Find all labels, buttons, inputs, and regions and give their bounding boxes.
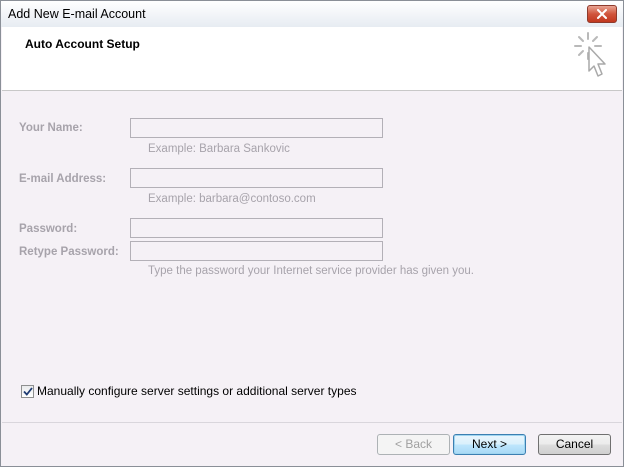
window-title: Add New E-mail Account: [8, 7, 146, 21]
your-name-input[interactable]: [130, 118, 383, 138]
page-title: Auto Account Setup: [25, 37, 140, 51]
password-hint: Type the password your Internet service …: [148, 265, 475, 277]
checkmark-icon: [22, 386, 33, 396]
your-name-label: Your Name:: [19, 122, 83, 134]
close-button[interactable]: [587, 5, 617, 23]
retype-password-input[interactable]: [130, 241, 383, 261]
add-email-account-dialog: Add New E-mail Account Auto Account Setu…: [0, 0, 624, 467]
title-bar: Add New E-mail Account: [1, 1, 623, 27]
your-name-hint: Example: Barbara Sankovic: [148, 143, 290, 155]
manual-config-checkbox[interactable]: [21, 384, 34, 398]
back-button[interactable]: < Back: [377, 434, 450, 455]
footer-divider: [2, 422, 622, 423]
password-label: Password:: [19, 223, 78, 235]
next-button[interactable]: Next >: [453, 434, 526, 455]
email-hint: Example: barbara@contoso.com: [148, 193, 316, 205]
manual-config-label: Manually configure server settings or ad…: [37, 384, 357, 398]
password-input[interactable]: [130, 218, 383, 238]
email-label: E-mail Address:: [19, 173, 107, 185]
retype-password-label: Retype Password:: [19, 246, 119, 258]
email-input[interactable]: [130, 168, 383, 188]
header-panel: Auto Account Setup: [2, 27, 622, 91]
wizard-cursor-icon: [574, 32, 606, 77]
cancel-button[interactable]: Cancel: [538, 434, 611, 455]
close-icon: [597, 9, 607, 19]
manual-config-option[interactable]: Manually configure server settings or ad…: [21, 384, 357, 398]
